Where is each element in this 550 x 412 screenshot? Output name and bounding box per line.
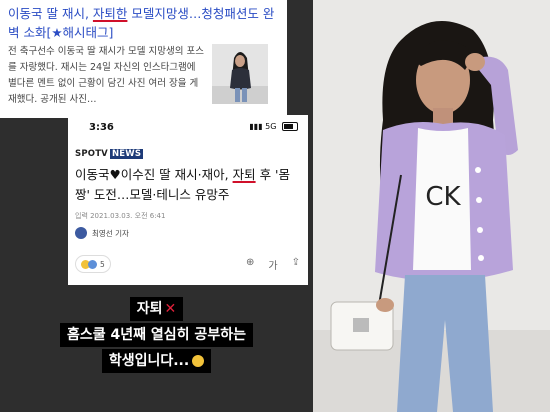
article-thumbnail[interactable] [212, 44, 268, 104]
caption-line-1: 자퇴 ✕ [129, 297, 184, 321]
globe-icon[interactable]: ⊕ [246, 257, 254, 272]
thumbnail-photo [212, 44, 268, 104]
article-date: 입력 2021.03.03. 오전 6:41 [75, 212, 166, 220]
article-excerpt: 전 축구선수 이동국 딸 재시가 모델 지망생의 포스를 자랑했다. 재시는 2… [8, 46, 204, 105]
top-news-card[interactable]: 이동국 딸 재시, 자퇴한 모델지망생…청청패션도 완벽 소화[★해시태그] 전… [0, 0, 287, 118]
status-time: 3:36 [89, 122, 114, 133]
article-headline[interactable]: 이동국 딸 재시, 자퇴한 모델지망생…청청패션도 완벽 소화[★해시태그] [8, 4, 284, 42]
profile-photo: CK [313, 0, 550, 412]
reaction-count: 5 [100, 259, 105, 269]
font-size-icon[interactable]: 가 [268, 257, 277, 272]
article-actions: 5 ⊕ 가 ⇪ [75, 255, 300, 273]
reporter-avatar [75, 227, 87, 239]
photo-illustration: CK [313, 0, 550, 412]
story-caption: 자퇴 ✕ 홈스쿨 4년째 열심히 공부하는 학생입니다... [0, 296, 313, 374]
action-icons: ⊕ 가 ⇪ [246, 257, 300, 272]
phone-screenshot: 3:36 ▮▮▮ 5G SPOTV NEWS 이동국♥이수진 딸 재시·재아, 자… [68, 115, 308, 285]
cross-mark-icon: ✕ [164, 301, 177, 317]
network-label: 5G [265, 122, 277, 131]
battery-icon [282, 122, 298, 131]
news-brand-logo: SPOTV NEWS [75, 149, 144, 159]
caption-line-3: 학생입니다... [101, 349, 212, 373]
caption-line-2: 홈스쿨 4년째 열심히 공부하는 [60, 323, 253, 347]
news-collage: 이동국 딸 재시, 자퇴한 모델지망생…청청패션도 완벽 소화[★해시태그] 전… [0, 0, 313, 412]
emoji-icon [88, 259, 97, 269]
status-bar-icons: ▮▮▮ 5G [249, 122, 298, 131]
phone-article-title: 이동국♥이수진 딸 재시·재아, 자퇴 후 '몸짱' 도전…모델·테니스 유망주 [75, 167, 290, 202]
reporter-byline[interactable]: 최영선 기자 [75, 227, 129, 239]
crying-face-icon [192, 355, 205, 367]
share-icon[interactable]: ⇪ [292, 257, 300, 272]
reporter-name: 최영선 기자 [92, 228, 129, 238]
reaction-button[interactable]: 5 [75, 255, 111, 273]
title-highlight: 자퇴 [232, 167, 256, 182]
headline-text: 이동국 딸 재시, [8, 6, 93, 21]
svg-text:CK: CK [425, 182, 461, 212]
headline-highlight: 자퇴한 [92, 6, 128, 21]
signal-icon: ▮▮▮ [249, 122, 263, 131]
